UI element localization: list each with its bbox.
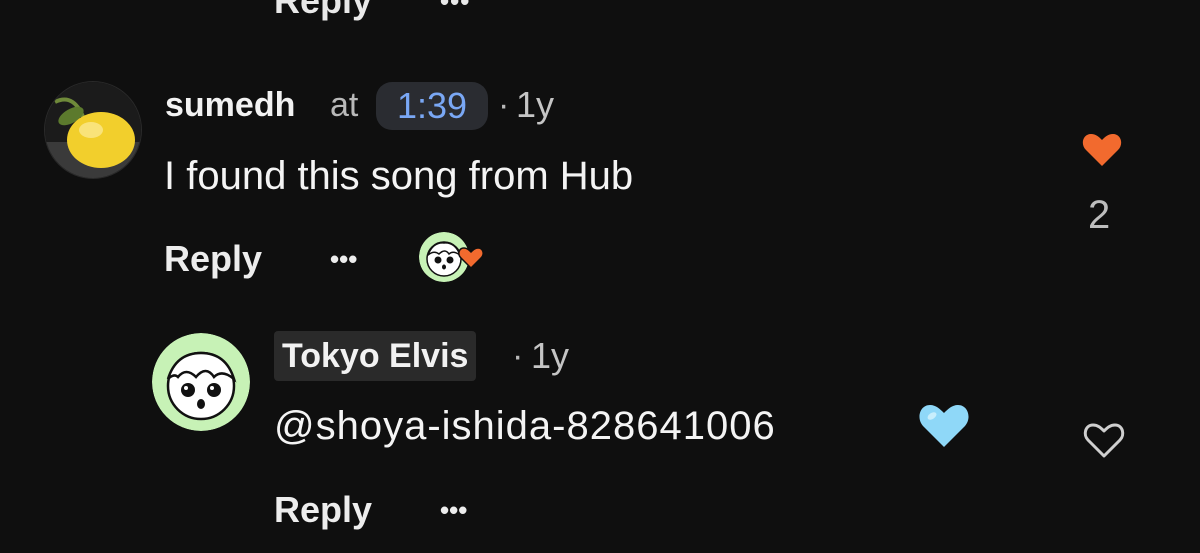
comment-username[interactable]: sumedh [165, 84, 295, 126]
reply-age: 1y [531, 335, 570, 376]
reply-more-options-button[interactable]: ••• [440, 487, 467, 533]
lemon-avatar-icon[interactable] [45, 82, 141, 178]
reply-meta-separator: · [512, 337, 524, 375]
reply-username[interactable]: Tokyo Elvis [274, 331, 477, 381]
like-count: 2 [1088, 193, 1111, 237]
light-blue-heart-emoji-icon [918, 402, 970, 450]
reply-text: @shoya-ishida-828641006 [274, 404, 776, 448]
at-label: at [330, 86, 359, 124]
comment-age: 1y [516, 84, 555, 125]
reply-reply-button[interactable]: Reply [274, 487, 372, 533]
more-options-button[interactable]: ••• [330, 236, 357, 282]
timestamp-link[interactable]: 1:39 [376, 82, 488, 130]
cartoon-face-avatar-icon[interactable] [152, 333, 250, 431]
like-heart-outline-icon[interactable] [1082, 420, 1126, 460]
meta-separator: · [498, 86, 510, 124]
previous-more-options-button[interactable]: ••• [440, 0, 470, 17]
creator-heart-icon [458, 246, 484, 270]
like-heart-filled-icon[interactable] [1082, 132, 1122, 168]
previous-reply-button[interactable]: Reply [274, 0, 372, 24]
reply-button[interactable]: Reply [164, 236, 262, 282]
comment-text: I found this song from Hub [164, 154, 634, 198]
